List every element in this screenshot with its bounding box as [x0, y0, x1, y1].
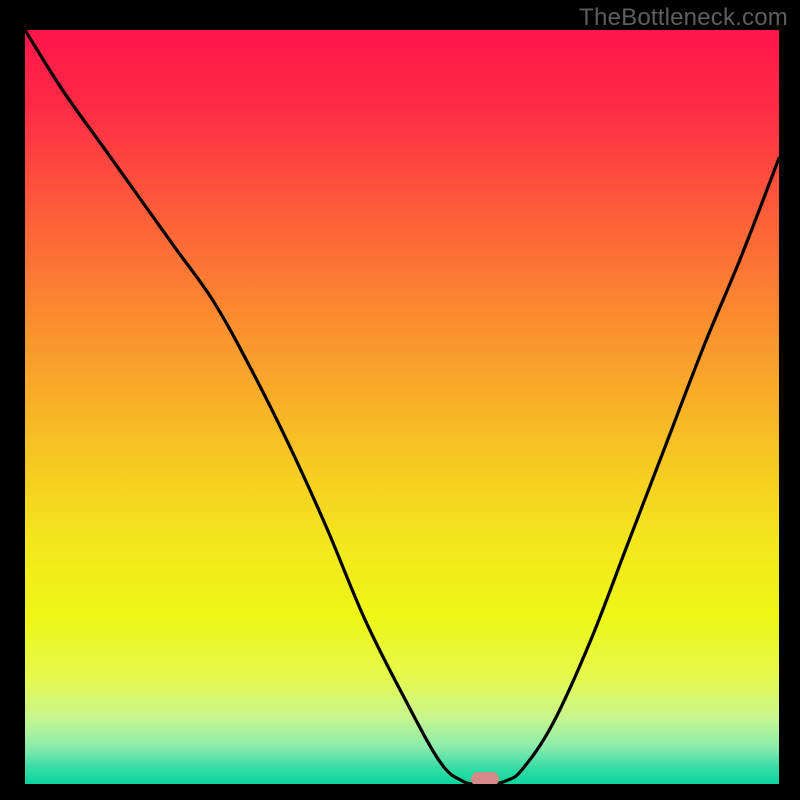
- watermark-text: TheBottleneck.com: [579, 4, 788, 32]
- plot-area: [25, 30, 779, 784]
- optimal-point-marker: [471, 772, 499, 784]
- bottleneck-curve: [25, 30, 779, 784]
- chart-frame: TheBottleneck.com: [0, 0, 800, 800]
